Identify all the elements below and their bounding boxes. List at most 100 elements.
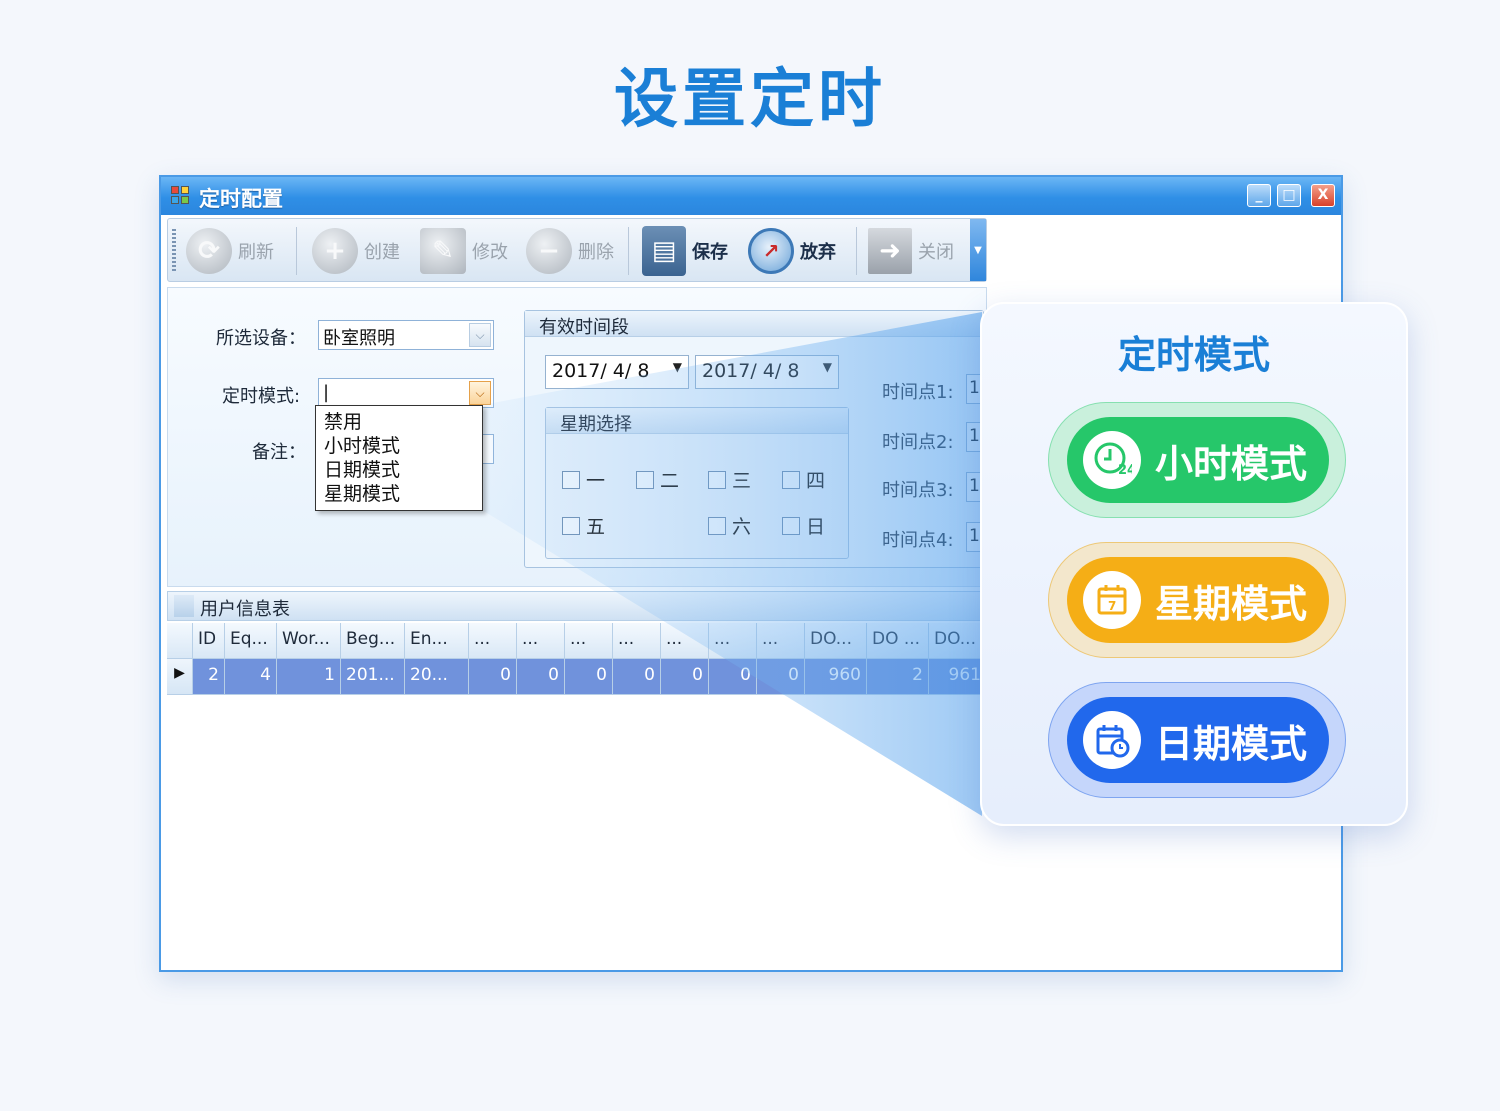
grid-cell[interactable]: 961 — [929, 659, 987, 695]
grid-cell[interactable]: 201... — [341, 659, 405, 695]
delete-button[interactable]: − 删除 — [526, 225, 614, 277]
svg-text:7: 7 — [1108, 599, 1116, 613]
grid-column-header[interactable]: DO ... — [867, 623, 929, 659]
mode-select[interactable]: | ⌵ — [318, 378, 494, 408]
note-label: 备注： — [252, 442, 306, 463]
grid-cell[interactable]: 0 — [709, 659, 757, 695]
dropdown-option-week[interactable]: 星期模式 — [324, 482, 474, 506]
date-mode-option[interactable]: 日期模式 — [1048, 682, 1346, 798]
grid-cell[interactable]: 0 — [661, 659, 709, 695]
device-label: 所选设备： — [216, 328, 306, 349]
save-label: 保存 — [692, 242, 728, 263]
validity-group-title: 有效时间段 — [525, 311, 983, 338]
hour-mode-option[interactable]: 24 小时模式 — [1048, 402, 1346, 518]
maximize-button[interactable]: □ — [1277, 184, 1301, 207]
grid-column-header[interactable]: Wor... — [277, 623, 341, 659]
start-date-picker[interactable]: 2017/ 4/ 8 ▼ — [545, 355, 689, 389]
callout-title: 定时模式 — [1117, 333, 1270, 377]
toolbar-grip-handle[interactable] — [172, 229, 176, 273]
toolbar-divider — [296, 227, 297, 275]
grid-column-header[interactable]: ... — [613, 623, 661, 659]
config-form: 所选设备： 卧室照明 ⌵ 定时模式: | ⌵ 备注： 有效时间段 2017/ 4… — [167, 287, 987, 587]
hour-mode-label: 小时模式 — [1155, 441, 1308, 486]
start-date-value: 2017/ 4/ 8 — [552, 360, 650, 382]
grid-column-header[interactable]: DO... — [805, 623, 867, 659]
edit-label: 修改 — [472, 242, 508, 263]
time-point-3-label: 时间点3: — [882, 480, 954, 501]
grid-cell[interactable]: 960 — [805, 659, 867, 695]
edit-button[interactable]: ✎ 修改 — [420, 225, 508, 277]
grid-column-header[interactable]: ... — [757, 623, 805, 659]
device-select-value: 卧室照明 — [323, 328, 395, 349]
week-mode-option[interactable]: 7 星期模式 — [1048, 542, 1346, 658]
svg-text:24: 24 — [1118, 463, 1132, 478]
grid-cell[interactable]: 0 — [565, 659, 613, 695]
refresh-icon: ⟳ — [186, 228, 232, 274]
mode-select-value: | — [323, 382, 330, 403]
device-select[interactable]: 卧室照明 ⌵ — [318, 320, 494, 350]
grid-cell[interactable]: 2 — [867, 659, 929, 695]
close-label: 关闭 — [918, 242, 954, 263]
close-window-button[interactable]: X — [1311, 184, 1335, 207]
grid-cell[interactable]: 0 — [469, 659, 517, 695]
grid-column-header[interactable]: Beg... — [341, 623, 405, 659]
mode-dropdown-list: 禁用 小时模式 日期模式 星期模式 — [315, 405, 483, 511]
clock-24-icon: 24 — [1083, 431, 1141, 489]
dropdown-option-hour[interactable]: 小时模式 — [324, 434, 474, 458]
dropdown-option-date[interactable]: 日期模式 — [324, 458, 474, 482]
grid-cell[interactable]: 2 — [193, 659, 225, 695]
create-button[interactable]: + 创建 — [312, 225, 400, 277]
weekday-checkbox-tue[interactable]: 二 — [636, 466, 679, 493]
row-indicator[interactable]: ▶ — [167, 659, 193, 695]
refresh-label: 刷新 — [238, 242, 274, 263]
weekday-checkbox-fri[interactable]: 五 — [562, 512, 605, 539]
minimize-button[interactable]: _ — [1247, 184, 1271, 207]
caret-down-icon[interactable]: ▼ — [673, 360, 682, 374]
end-date-picker[interactable]: 2017/ 4/ 8 ▼ — [695, 355, 839, 389]
grid-title-bar: 用户信息表 — [167, 591, 987, 621]
grid-column-header[interactable]: En... — [405, 623, 469, 659]
grid-corner — [174, 595, 194, 617]
grid-column-header[interactable]: ... — [661, 623, 709, 659]
table-row[interactable]: ▶ 2 4 1 201... 20... 0 0 0 0 0 0 0 960 2 961 — [167, 659, 987, 695]
add-icon: + — [312, 228, 358, 274]
chevron-down-icon[interactable]: ⌵ — [469, 381, 491, 405]
discard-button[interactable]: ↗ 放弃 — [748, 225, 836, 277]
hero-title: 设置定时 — [614, 63, 886, 137]
grid-column-header[interactable]: DO... — [929, 623, 987, 659]
mode-label: 定时模式: — [222, 386, 301, 407]
toolbar-divider — [628, 227, 629, 275]
delete-label: 删除 — [578, 242, 614, 263]
title-bar[interactable]: 定时配置 _ □ X — [161, 177, 1341, 215]
dropdown-option-disabled[interactable]: 禁用 — [324, 410, 474, 434]
grid-column-header[interactable]: ... — [517, 623, 565, 659]
caret-down-icon[interactable]: ▼ — [823, 360, 832, 374]
grid-cell[interactable]: 1 — [277, 659, 341, 695]
grid-column-header[interactable]: ... — [469, 623, 517, 659]
grid-column-header[interactable]: Eq... — [225, 623, 277, 659]
weekday-checkbox-mon[interactable]: 一 — [562, 466, 605, 493]
grid-cell[interactable]: 20... — [405, 659, 469, 695]
save-button[interactable]: ▤ 保存 — [642, 225, 728, 277]
grid-column-header[interactable]: ... — [565, 623, 613, 659]
grid-column-header[interactable]: ... — [709, 623, 757, 659]
grid-header-corner — [167, 623, 193, 659]
grid-column-header[interactable]: ID — [193, 623, 225, 659]
grid-cell[interactable]: 0 — [757, 659, 805, 695]
weekday-checkbox-sun[interactable]: 日 — [782, 512, 825, 539]
grid-cell[interactable]: 4 — [225, 659, 277, 695]
user-info-grid: 用户信息表 ID Eq... Wor... Beg... En.............… — [167, 587, 987, 967]
grid-cell[interactable]: 0 — [517, 659, 565, 695]
chevron-down-icon[interactable]: ⌵ — [469, 323, 491, 347]
weekday-checkbox-thu[interactable]: 四 — [782, 466, 825, 493]
grid-header-row: ID Eq... Wor... Beg... En...................… — [167, 623, 987, 659]
refresh-button[interactable]: ⟳ 刷新 — [186, 225, 274, 277]
discard-label: 放弃 — [800, 242, 836, 263]
remove-icon: − — [526, 228, 572, 274]
weekday-checkbox-wed[interactable]: 三 — [708, 466, 751, 493]
close-button[interactable]: ➜ 关闭 — [868, 225, 954, 277]
time-point-1-label: 时间点1: — [882, 382, 954, 403]
toolbar-overflow-button[interactable]: ▼ — [970, 219, 986, 281]
grid-cell[interactable]: 0 — [613, 659, 661, 695]
weekday-checkbox-sat[interactable]: 六 — [708, 512, 751, 539]
